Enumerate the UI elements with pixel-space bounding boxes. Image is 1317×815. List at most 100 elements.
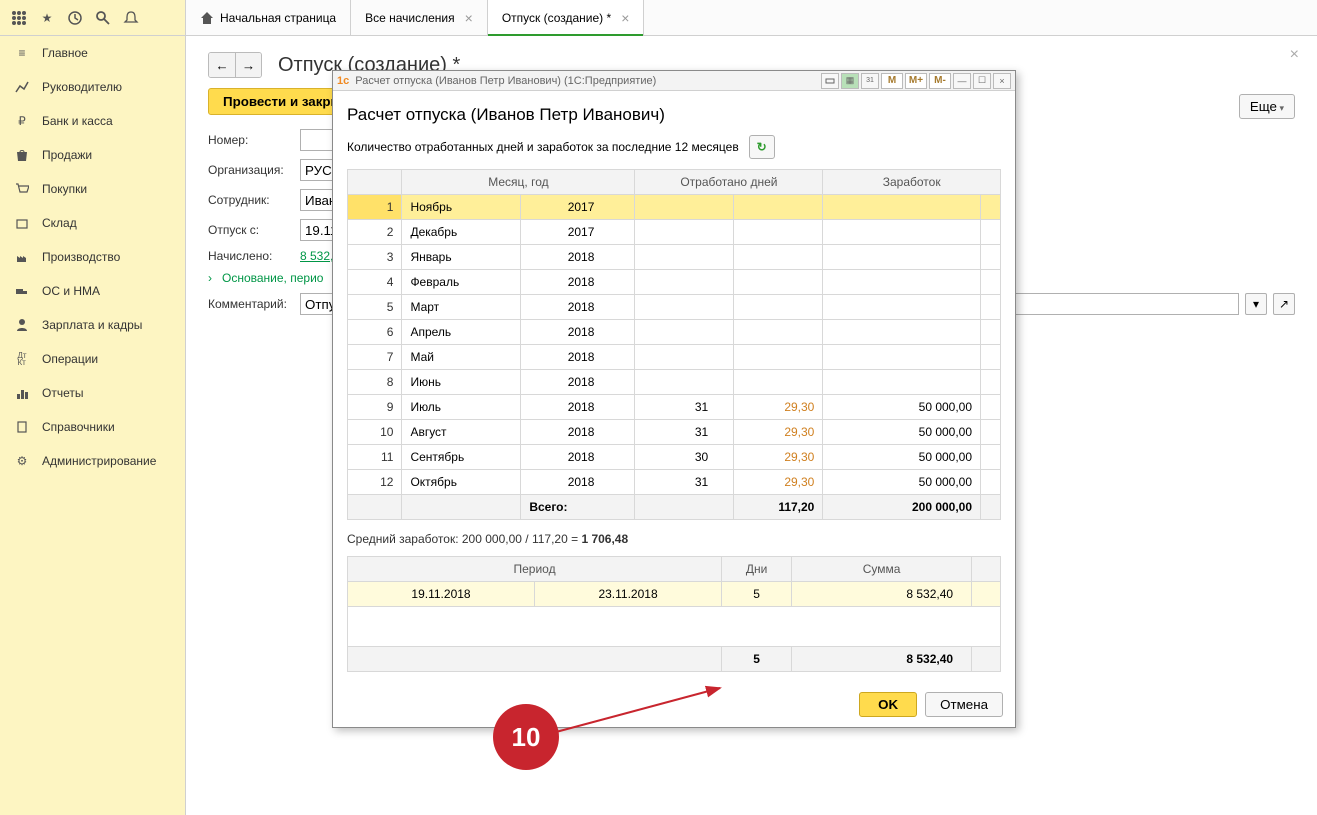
annotation-badge: 10 (493, 704, 559, 770)
search-icon[interactable] (94, 9, 112, 27)
box-icon (14, 215, 30, 231)
table-row[interactable]: 7Май2018 (348, 345, 1001, 370)
tab-home[interactable]: Начальная страница (186, 0, 351, 35)
minimize-icon[interactable]: — (953, 73, 971, 89)
table-row[interactable]: 1Ноябрь2017 (348, 195, 1001, 220)
total-days: 117,20 (734, 495, 823, 520)
col-period: Период (348, 557, 722, 582)
memory-mplus-button[interactable]: M+ (905, 73, 927, 89)
total2-sum: 8 532,40 (792, 647, 972, 672)
col-earn: Заработок (823, 170, 1001, 195)
number-label: Номер: (208, 133, 294, 147)
sidebar-item-bank[interactable]: ₽Банк и касса (0, 104, 185, 138)
calculation-dialog: 1c Расчет отпуска (Иванов Петр Иванович)… (332, 70, 1016, 728)
table-row[interactable]: 4Февраль2018 (348, 270, 1001, 295)
dialog-titlebar[interactable]: 1c Расчет отпуска (Иванов Петр Иванович)… (333, 71, 1015, 91)
tab-vacation-active[interactable]: Отпуск (создание) * × (488, 0, 645, 35)
star-icon[interactable]: ★ (38, 9, 56, 27)
col-days2: Дни (722, 557, 792, 582)
table-row[interactable]: 5Март2018 (348, 295, 1001, 320)
refresh-button[interactable]: ↻ (749, 135, 775, 159)
sidebar-item-operations[interactable]: ДтКтОперации (0, 342, 185, 376)
sidebar-item-assets[interactable]: ОС и НМА (0, 274, 185, 308)
maximize-icon[interactable]: ☐ (973, 73, 991, 89)
open-button[interactable]: ↗ (1273, 293, 1295, 315)
sidebar-item-production[interactable]: Производство (0, 240, 185, 274)
apps-icon[interactable] (10, 9, 28, 27)
accrued-label: Начислено: (208, 249, 294, 263)
logo-1c: 1c (337, 75, 349, 87)
close-icon[interactable]: × (621, 10, 629, 26)
close-icon[interactable]: × (465, 10, 473, 26)
close-icon[interactable]: × (993, 73, 1011, 89)
sidebar-item-directories[interactable]: Справочники (0, 410, 185, 444)
dialog-subtitle: Количество отработанных дней и заработок… (347, 140, 739, 154)
dkkt-icon: ДтКт (14, 351, 30, 367)
dialog-heading: Расчет отпуска (Иванов Петр Иванович) (347, 105, 1001, 125)
history-icon[interactable] (66, 9, 84, 27)
chevron-right-icon[interactable]: › (208, 271, 212, 285)
forward-button[interactable]: → (235, 53, 261, 77)
sidebar-item-manager[interactable]: Руководителю (0, 70, 185, 104)
sidebar-item-stock[interactable]: Склад (0, 206, 185, 240)
bell-icon[interactable] (122, 9, 140, 27)
table-row[interactable]: 9Июль20183129,3050 000,00 (348, 395, 1001, 420)
sidebar-item-reports[interactable]: Отчеты (0, 376, 185, 410)
months-table[interactable]: Месяц, год Отработано дней Заработок 1Но… (347, 169, 1001, 520)
memory-m-button[interactable]: M (881, 73, 903, 89)
cart-icon (14, 181, 30, 197)
avg-earnings-line: Средний заработок: 200 000,00 / 117,20 =… (347, 532, 1001, 546)
dialog-title: Расчет отпуска (Иванов Петр Иванович) (1… (355, 75, 656, 87)
gear-icon: ⚙ (14, 453, 30, 469)
print-icon[interactable] (821, 73, 839, 89)
sidebar: ≡Главное Руководителю ₽Банк и касса Прод… (0, 36, 186, 815)
cancel-button[interactable]: Отмена (925, 692, 1003, 717)
col-days: Отработано дней (635, 170, 823, 195)
memory-mminus-button[interactable]: M- (929, 73, 951, 89)
total-label: Всего: (521, 495, 635, 520)
table-row[interactable] (348, 607, 1001, 647)
table-row[interactable]: 3Январь2018 (348, 245, 1001, 270)
col-month: Месяц, год (402, 170, 635, 195)
calendar-icon[interactable]: ▦ (841, 73, 859, 89)
period-table[interactable]: Период Дни Сумма 19.11.2018 23.11.2018 5… (347, 556, 1001, 672)
sidebar-item-purchases[interactable]: Покупки (0, 172, 185, 206)
truck-icon (14, 283, 30, 299)
col-sum: Сумма (792, 557, 972, 582)
emp-label: Сотрудник: (208, 193, 294, 207)
sidebar-item-main[interactable]: ≡Главное (0, 36, 185, 70)
ok-button[interactable]: OK (859, 692, 917, 717)
table-row[interactable]: 19.11.2018 23.11.2018 5 8 532,40 (348, 582, 1001, 607)
menu-icon: ≡ (14, 45, 30, 61)
book-icon (14, 419, 30, 435)
table-row[interactable]: 8Июнь2018 (348, 370, 1001, 395)
person-icon (14, 317, 30, 333)
home-icon (200, 11, 214, 25)
accrued-link[interactable]: 8 532, (300, 249, 333, 263)
table-row[interactable]: 12Октябрь20183129,3050 000,00 (348, 470, 1001, 495)
bars-icon (14, 385, 30, 401)
comment-label: Комментарий: (208, 297, 294, 311)
org-label: Организация: (208, 163, 294, 177)
bag-icon (14, 147, 30, 163)
back-button[interactable]: ← (209, 53, 235, 77)
more-button[interactable]: Еще (1239, 94, 1295, 119)
dropdown-button[interactable]: ▾ (1245, 293, 1267, 315)
tab-label: Начальная страница (220, 11, 336, 25)
calendar31-icon[interactable]: 31 (861, 73, 879, 89)
table-row[interactable]: 6Апрель2018 (348, 320, 1001, 345)
sidebar-item-admin[interactable]: ⚙Администрирование (0, 444, 185, 478)
tab-label: Все начисления (365, 11, 455, 25)
table-row[interactable]: 11Сентябрь20183029,3050 000,00 (348, 445, 1001, 470)
chart-icon (14, 79, 30, 95)
annotation-arrow (552, 682, 732, 742)
table-row[interactable]: 2Декабрь2017 (348, 220, 1001, 245)
sidebar-item-salary[interactable]: Зарплата и кадры (0, 308, 185, 342)
sidebar-item-sales[interactable]: Продажи (0, 138, 185, 172)
tab-all[interactable]: Все начисления × (351, 0, 488, 35)
basis-link[interactable]: Основание, перио (222, 271, 323, 285)
tab-label: Отпуск (создание) * (502, 11, 611, 25)
total2-days: 5 (722, 647, 792, 672)
from-label: Отпуск с: (208, 223, 294, 237)
table-row[interactable]: 10Август20183129,3050 000,00 (348, 420, 1001, 445)
